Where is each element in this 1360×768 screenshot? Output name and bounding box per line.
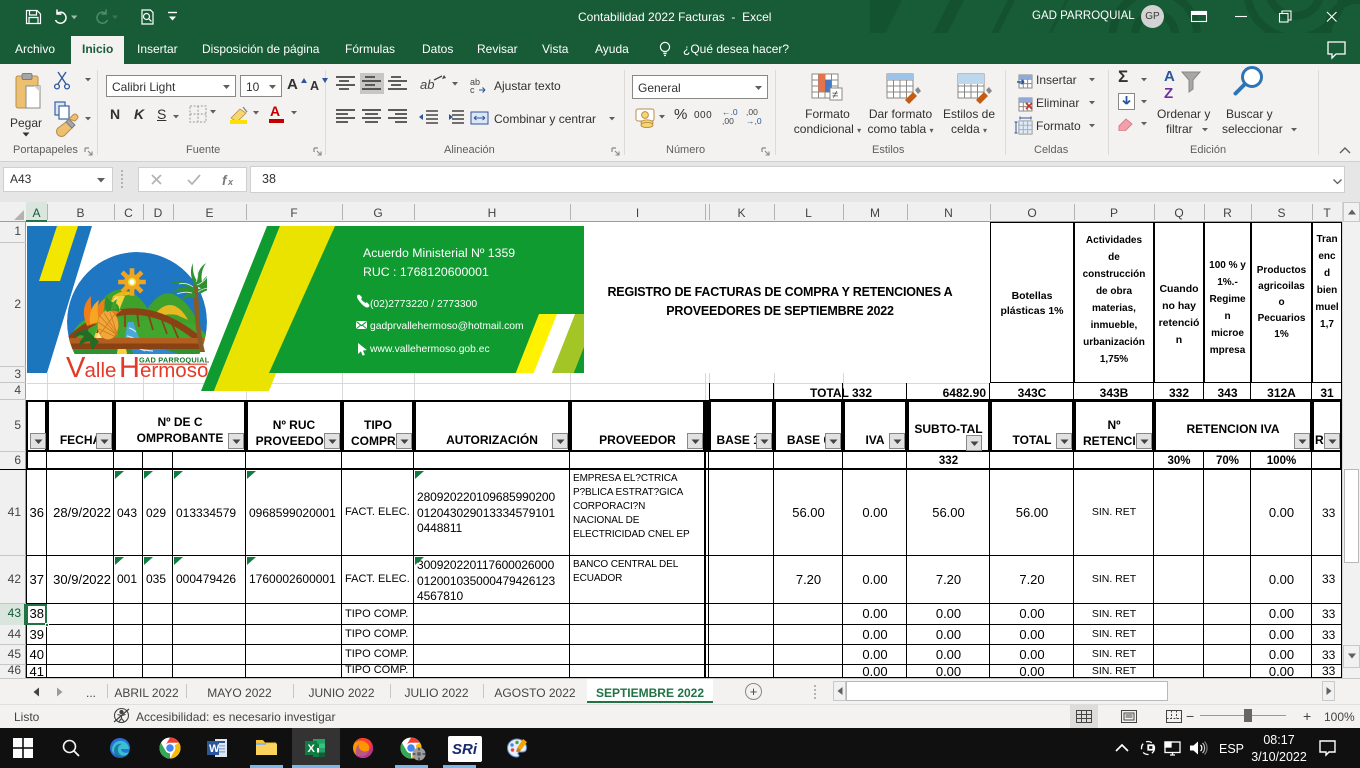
svg-text:www.vallehermoso.gob.ec: www.vallehermoso.gob.ec xyxy=(369,344,490,355)
svg-text:RUC : 1768120600001: RUC : 1768120600001 xyxy=(363,265,489,279)
svg-text:c: c xyxy=(470,85,475,94)
svg-text:H: H xyxy=(119,352,140,384)
svg-text:ab: ab xyxy=(420,77,434,92)
svg-text:alle: alle xyxy=(85,359,117,382)
svg-text:→,0: →,0 xyxy=(746,116,762,126)
svg-text:x: x xyxy=(227,177,234,187)
svg-text:gadprvallehermoso@hotmail.com: gadprvallehermoso@hotmail.com xyxy=(370,321,524,332)
svg-text:Acuerdo Ministerial Nº 1359: Acuerdo Ministerial Nº 1359 xyxy=(363,246,515,260)
svg-text:W: W xyxy=(209,743,220,755)
svg-text:,00: ,00 xyxy=(722,116,734,126)
svg-text:X: X xyxy=(308,743,316,755)
svg-text:Z: Z xyxy=(1164,85,1173,102)
svg-text:(02)2773220 / 2773300: (02)2773220 / 2773300 xyxy=(370,299,477,310)
svg-text:≠: ≠ xyxy=(832,89,838,101)
svg-text:V: V xyxy=(66,352,86,384)
svg-text:ermoso: ermoso xyxy=(140,359,208,382)
svg-text:A: A xyxy=(1164,68,1175,85)
